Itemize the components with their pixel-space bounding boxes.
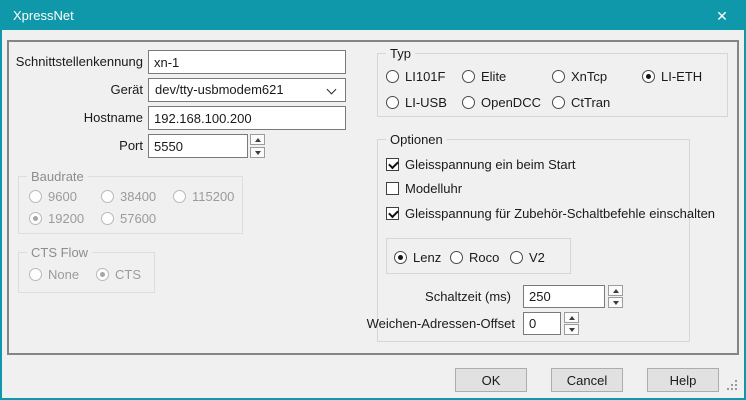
- offset-label: Weichen-Adressen-Offset: [350, 312, 515, 335]
- hostname-input[interactable]: [148, 106, 346, 130]
- checkbox-icon: [386, 182, 399, 195]
- port-spin-down-button[interactable]: [250, 147, 265, 158]
- radio-icon: [552, 70, 565, 83]
- radio-icon: [552, 96, 565, 109]
- checkbox-checked-icon: [386, 207, 399, 220]
- schaltzeit-input[interactable]: [523, 285, 605, 308]
- schaltzeit-spin-up-button[interactable]: [608, 285, 623, 296]
- radio-v2[interactable]: V2: [510, 250, 545, 265]
- schaltzeit-label: Schaltzeit (ms): [377, 285, 511, 308]
- radio-xntcp[interactable]: XnTcp: [552, 69, 607, 84]
- cts-flow-group: CTS Flow None CTS: [18, 252, 155, 293]
- radio-selected-icon: [642, 70, 655, 83]
- port-input[interactable]: [148, 134, 248, 158]
- offset-spin-down-button[interactable]: [564, 324, 579, 335]
- typ-group: Typ LI101F Elite XnTcp LI-ETH LI-USB Ope…: [377, 53, 728, 117]
- port-spinner: [250, 134, 265, 158]
- schaltzeit-spinner: [608, 285, 623, 308]
- radio-icon: [29, 190, 42, 203]
- titlebar: XpressNet: [0, 0, 746, 30]
- offset-spinner: [564, 312, 579, 335]
- radio-li-eth[interactable]: LI-ETH: [642, 69, 702, 84]
- radio-lenz[interactable]: Lenz: [394, 250, 441, 265]
- radio-elite[interactable]: Elite: [462, 69, 506, 84]
- ok-button[interactable]: OK: [455, 368, 527, 392]
- port-spin-up-button[interactable]: [250, 134, 265, 145]
- resize-grip[interactable]: [727, 380, 739, 392]
- radio-none: None: [29, 267, 79, 282]
- radio-opendcc[interactable]: OpenDCC: [462, 95, 541, 110]
- cancel-button[interactable]: Cancel: [551, 368, 623, 392]
- radio-icon: [386, 70, 399, 83]
- checkbox-gleisspannung-start[interactable]: Gleisspannung ein beim Start: [386, 157, 576, 172]
- arrow-down-icon: [255, 151, 261, 155]
- cts-flow-group-title: CTS Flow: [27, 245, 92, 260]
- close-icon: ✕: [716, 9, 728, 23]
- arrow-up-icon: [255, 138, 261, 142]
- port-label: Port: [10, 134, 143, 158]
- baudrate-group: Baudrate 9600 38400 115200 19200 57600: [18, 176, 243, 234]
- checkbox-checked-icon: [386, 158, 399, 171]
- radio-icon: [462, 70, 475, 83]
- close-button[interactable]: ✕: [700, 2, 744, 29]
- geraet-select[interactable]: dev/tty-usbmodem621: [148, 78, 346, 102]
- radio-cttran[interactable]: CtTran: [552, 95, 610, 110]
- radio-roco[interactable]: Roco: [450, 250, 499, 265]
- arrow-up-icon: [613, 289, 619, 293]
- kennung-label: Schnittstellenkennung: [10, 50, 143, 74]
- radio-icon: [462, 96, 475, 109]
- arrow-down-icon: [569, 328, 575, 332]
- chevron-down-icon: [327, 85, 337, 95]
- radio-115200: 115200: [173, 189, 234, 204]
- baudrate-group-title: Baudrate: [27, 169, 88, 184]
- xpressnet-dialog: XpressNet ✕ Schnittstellenkennung Gerät …: [0, 0, 746, 400]
- arrow-down-icon: [613, 301, 619, 305]
- radio-li-usb[interactable]: LI-USB: [386, 95, 447, 110]
- help-button[interactable]: Help: [647, 368, 719, 392]
- radio-selected-icon: [96, 268, 109, 281]
- radio-57600: 57600: [101, 211, 156, 226]
- kennung-input[interactable]: [148, 50, 346, 74]
- arrow-up-icon: [569, 316, 575, 320]
- radio-cts: CTS: [96, 267, 141, 282]
- radio-selected-icon: [29, 212, 42, 225]
- offset-spin-up-button[interactable]: [564, 312, 579, 323]
- radio-icon: [510, 251, 523, 264]
- radio-selected-icon: [394, 251, 407, 264]
- hostname-label: Hostname: [10, 106, 143, 130]
- geraet-label: Gerät: [10, 78, 143, 102]
- radio-9600: 9600: [29, 189, 77, 204]
- checkbox-gleisspannung-zubehoer[interactable]: Gleisspannung für Zubehör-Schaltbefehle …: [386, 206, 715, 221]
- radio-icon: [29, 268, 42, 281]
- checkbox-modelluhr[interactable]: Modelluhr: [386, 181, 462, 196]
- radio-38400: 38400: [101, 189, 156, 204]
- radio-19200: 19200: [29, 211, 84, 226]
- optionen-group-title: Optionen: [386, 132, 447, 147]
- radio-icon: [386, 96, 399, 109]
- radio-icon: [101, 212, 114, 225]
- schaltzeit-spin-down-button[interactable]: [608, 297, 623, 308]
- radio-icon: [101, 190, 114, 203]
- geraet-value: dev/tty-usbmodem621: [155, 82, 284, 97]
- typ-group-title: Typ: [386, 46, 415, 61]
- radio-icon: [450, 251, 463, 264]
- window-title: XpressNet: [0, 8, 74, 23]
- offset-input[interactable]: [523, 312, 561, 335]
- radio-li101f[interactable]: LI101F: [386, 69, 445, 84]
- radio-icon: [173, 190, 186, 203]
- variant-group: Lenz Roco V2: [386, 238, 571, 274]
